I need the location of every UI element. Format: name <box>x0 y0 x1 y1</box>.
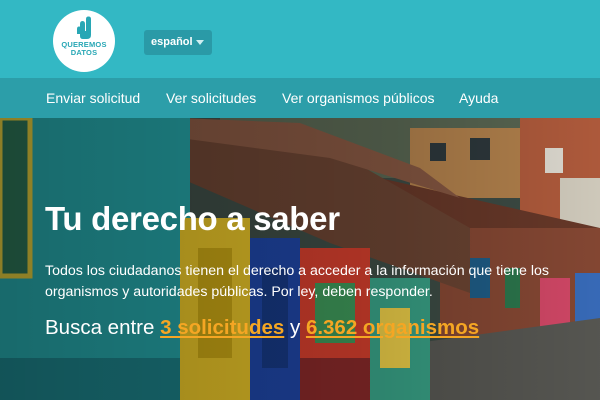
nav-item-ver-organismos[interactable]: Ver organismos públicos <box>282 90 435 106</box>
hero-description: Todos los ciudadanos tienen el derecho a… <box>45 263 549 300</box>
search-joiner: y <box>284 316 306 339</box>
hero-search-line: Busca entre 3 solicitudes y 6.362 organi… <box>45 316 479 340</box>
organisms-count-link[interactable]: 6.362 organismos <box>306 316 479 339</box>
queremos-datos-logo[interactable]: QUEREMOS DATOS <box>53 10 115 72</box>
logo-text: QUEREMOS DATOS <box>53 41 115 57</box>
requests-count-link[interactable]: 3 solicitudes <box>160 316 284 339</box>
main-nav: Enviar solicitud Ver solicitudes Ver org… <box>0 78 600 118</box>
nav-item-enviar-solicitud[interactable]: Enviar solicitud <box>46 90 140 106</box>
nav-item-ayuda[interactable]: Ayuda <box>459 90 498 106</box>
nav-item-ver-solicitudes[interactable]: Ver solicitudes <box>166 90 256 106</box>
top-bar: QUEREMOS DATOS español <box>0 0 600 78</box>
logo-text-line2: DATOS <box>70 48 98 57</box>
hero-overlay <box>0 118 600 400</box>
hero-section: Tu derecho a saber Todos los ciudadanos … <box>0 118 600 400</box>
hero-title: Tu derecho a saber <box>45 200 340 237</box>
language-select[interactable]: español <box>144 30 212 55</box>
language-select-value: español <box>151 36 193 48</box>
search-prefix: Busca entre <box>45 316 161 339</box>
chevron-down-icon <box>196 40 204 45</box>
